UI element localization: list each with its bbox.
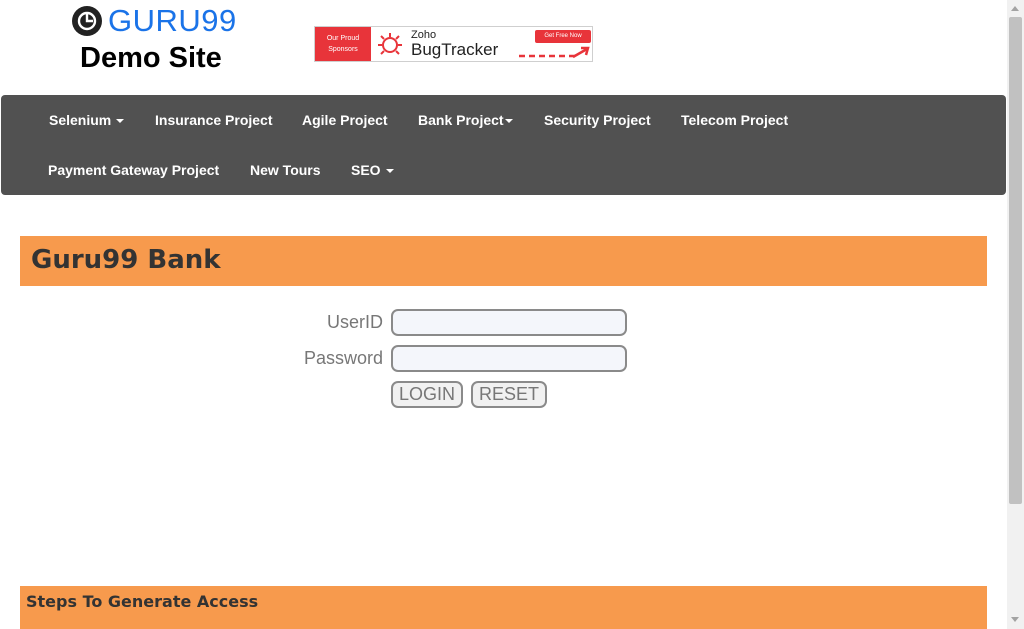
site-logo[interactable]: GURU99 <box>72 3 252 38</box>
userid-input[interactable] <box>391 309 627 336</box>
bank-header: Guru99 Bank <box>20 236 987 286</box>
nav-agile-project[interactable]: Agile Project <box>302 112 388 128</box>
sponsor-banner[interactable]: Our Proud Sponsors Zoho BugTracker Get F… <box>314 26 593 62</box>
scroll-down-icon[interactable] <box>1011 617 1019 622</box>
nav-payment-gateway-project[interactable]: Payment Gateway Project <box>48 162 219 178</box>
nav-selenium[interactable]: Selenium <box>49 112 125 128</box>
arrow-icon <box>519 46 590 59</box>
sponsor-label: Our Proud Sponsors <box>315 27 371 61</box>
sponsor-label-line1: Our Proud <box>326 35 360 42</box>
nav-seo[interactable]: SEO <box>351 162 394 178</box>
steps-title: Steps To Generate Access <box>26 592 259 611</box>
nav-bank-project-label: Bank Project <box>418 112 504 128</box>
password-input[interactable] <box>391 345 627 372</box>
nav-bank-project[interactable]: Bank Project <box>418 112 513 128</box>
guru99-logo-icon <box>72 6 102 36</box>
scrollbar-thumb[interactable] <box>1009 17 1022 504</box>
main-navbar: Selenium Insurance Project Agile Project… <box>1 95 1006 195</box>
login-button[interactable]: LOGIN <box>391 381 464 408</box>
caret-down-icon <box>504 119 513 124</box>
password-label: Password <box>303 348 383 368</box>
nav-selenium-label: Selenium <box>49 112 112 128</box>
steps-header: Steps To Generate Access <box>20 586 987 629</box>
vertical-scrollbar[interactable] <box>1007 0 1024 629</box>
reset-button[interactable]: RESET <box>471 381 548 408</box>
sponsor-label-line2: Sponsors <box>328 46 358 53</box>
page-title: Guru99 Bank <box>31 245 221 275</box>
nav-new-tours[interactable]: New Tours <box>250 162 321 178</box>
nav-security-project[interactable]: Security Project <box>544 112 651 128</box>
get-free-now-button[interactable]: Get Free Now <box>535 30 591 43</box>
caret-down-icon <box>116 119 125 124</box>
nav-telecom-project[interactable]: Telecom Project <box>681 112 788 128</box>
bugtracker-label: BugTracker <box>411 40 499 59</box>
site-subtitle: Demo Site <box>80 42 222 74</box>
nav-insurance-project[interactable]: Insurance Project <box>155 112 273 128</box>
scroll-up-icon[interactable] <box>1011 6 1019 11</box>
bug-icon <box>378 33 402 55</box>
userid-label: UserID <box>326 312 383 332</box>
nav-seo-label: SEO <box>351 162 381 178</box>
caret-down-icon <box>385 169 394 174</box>
logo-brand-text: GURU99 <box>108 3 237 38</box>
